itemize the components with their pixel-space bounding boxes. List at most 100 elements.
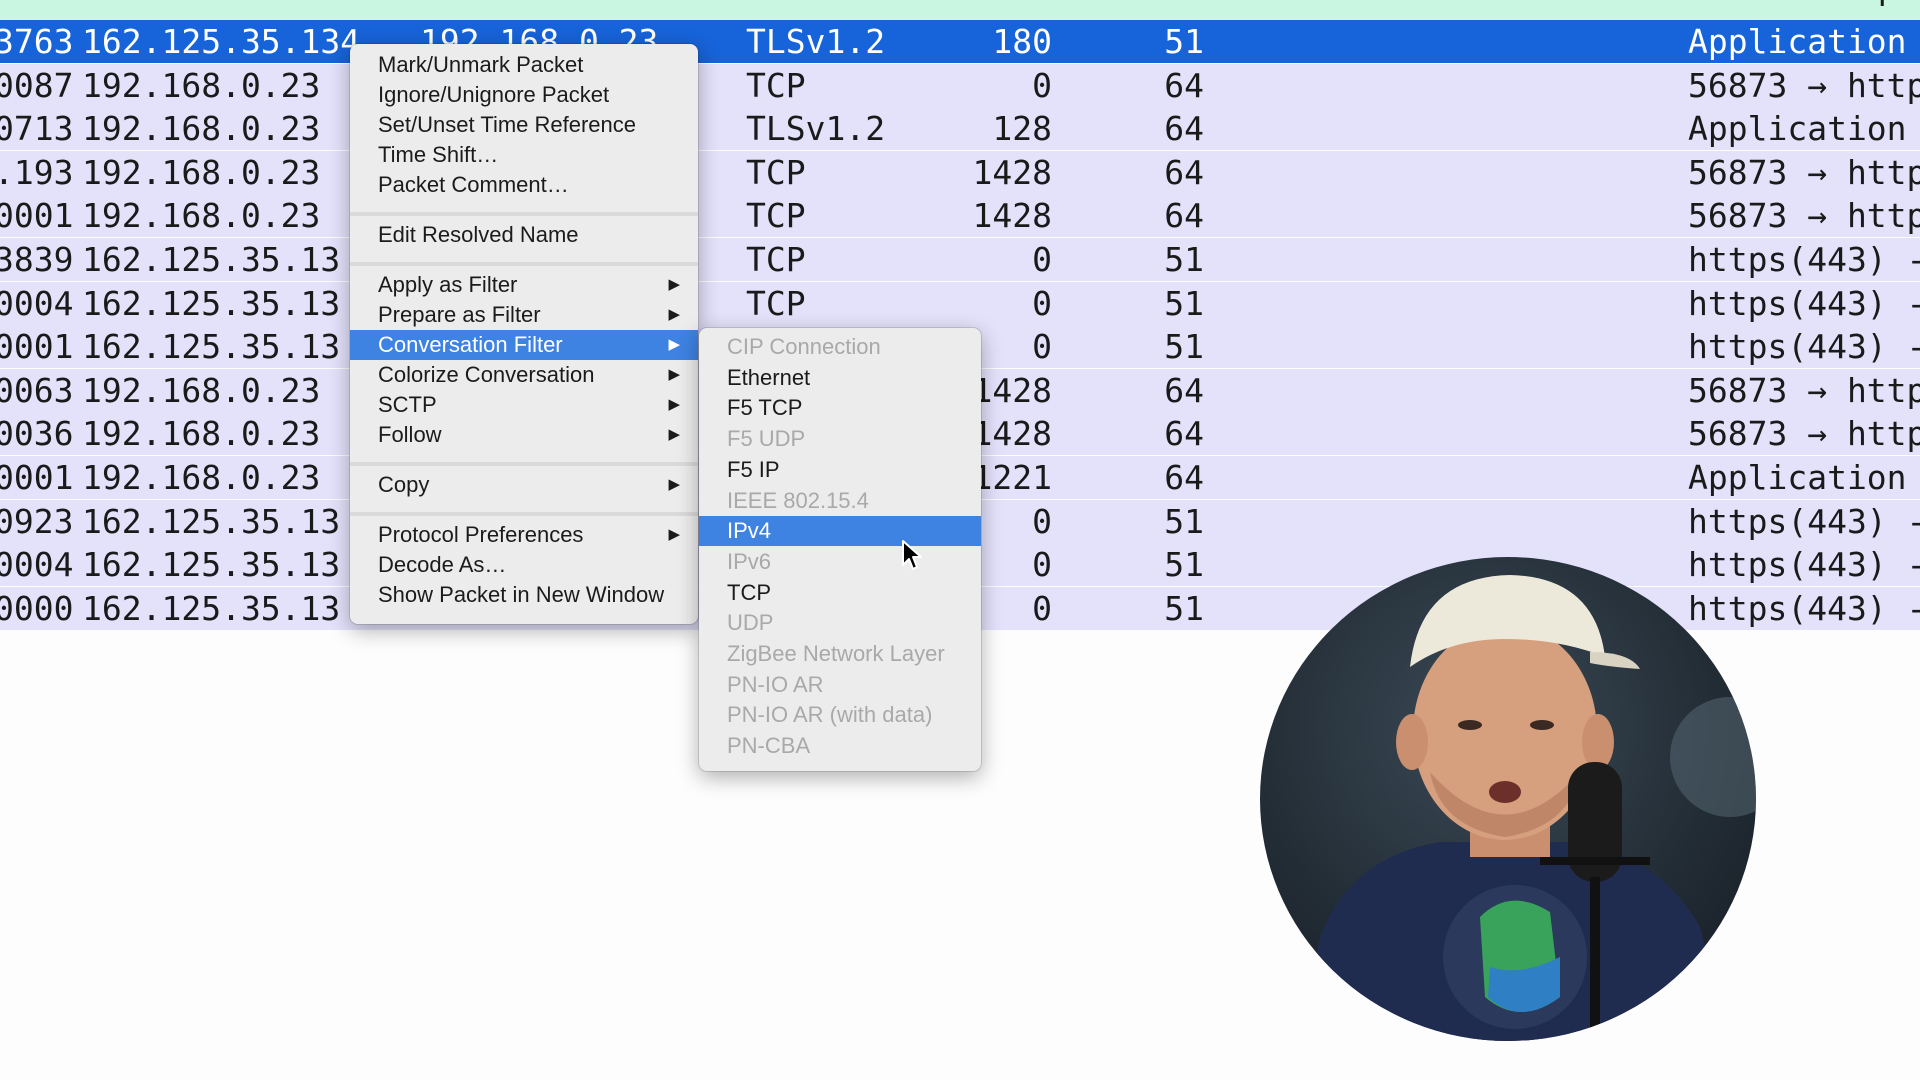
packet-cell-src: 162.125.35.13 (82, 327, 341, 367)
menu-item-packet-comment[interactable]: Packet Comment… (350, 170, 698, 200)
menu-item-label: Packet Comment… (378, 172, 569, 197)
menu-item-sctp[interactable]: SCTP ▶ (350, 390, 698, 420)
menu-item-label: Conversation Filter (378, 332, 563, 357)
packet-cell-src: 192.168.0.23 (82, 109, 321, 149)
submenu-item-label: IPv6 (727, 548, 772, 574)
menu-item-colorize-conversation[interactable]: Colorize Conversation ▶ (350, 360, 698, 390)
packet-cell-tcp-len: 64 (1164, 109, 1204, 149)
menu-item-show-packet-in-new-window[interactable]: Show Packet in New Window (350, 580, 698, 610)
packet-row[interactable]: 0713 192.168.0.23 TLSv1.2 128 64 Application (0, 107, 1920, 151)
packet-cell-proto: TCP (746, 240, 806, 279)
packet-cell-tcp-len: 64 (1164, 152, 1204, 192)
packet-cell-len: 128 (992, 109, 1052, 149)
packet-cell-info: Application (1688, 22, 1907, 61)
packet-cell-info: 56873 → http (1688, 65, 1920, 105)
packet-cell-info: Application (1688, 458, 1907, 497)
packet-cell-info: 56873 → http (1688, 152, 1920, 192)
packet-cell-no: 0001 (0, 196, 74, 236)
menu-item-label: Edit Resolved Name (378, 222, 579, 247)
packet-cell-info: Application (1688, 109, 1907, 149)
submenu-item-label: F5 IP (727, 456, 780, 482)
submenu-item-ipv4[interactable]: IPv4 (699, 516, 981, 547)
packet-cell-tcp-len: 64 (1164, 458, 1204, 497)
submenu-item-cip-connection: CIP Connection (699, 332, 981, 362)
menu-item-prepare-as-filter[interactable]: Prepare as Filter ▶ (350, 300, 698, 330)
packet-cell-src: 162.125.35.13 (82, 501, 341, 541)
packet-cell-tcp-len: 64 (1164, 414, 1204, 454)
menu-item-label: Decode As… (378, 552, 507, 577)
menu-item-label: Prepare as Filter (378, 302, 541, 327)
packet-cell-src: 192.168.0.23 (82, 414, 321, 454)
packet-cell-src: 192.168.0.23 (82, 65, 321, 105)
menu-item-edit-resolved-name[interactable]: Edit Resolved Name (350, 220, 698, 250)
packet-cell-proto: TCP (746, 65, 806, 105)
packet-cell-no: 0000 (0, 588, 74, 628)
submenu-item-label: ZigBee Network Layer (727, 641, 945, 666)
menu-item-set-unset-time-reference[interactable]: Set/Unset Time Reference (350, 110, 698, 140)
packet-row-selected[interactable]: 3763 162.125.35.134 192.168.0.23 TLSv1.2 180… (0, 20, 1920, 63)
packet-cell-tcp-len: 51 (1164, 545, 1204, 585)
menu-separator (350, 262, 698, 266)
packet-row[interactable]: 75…192.168.0.23192.168.0.15MDNS233Standa… (0, 0, 1920, 20)
packet-cell-info: https(443) - (1688, 240, 1920, 279)
menu-item-decode-as[interactable]: Decode As… (350, 550, 698, 580)
packet-cell-tcp-len: 51 (1164, 22, 1204, 61)
packet-cell-src: 162.125.35.13 (82, 283, 341, 323)
submenu-item-ipv6: IPv6 (699, 547, 981, 577)
packet-cell-info: https(443) - (1688, 545, 1920, 585)
packet-row[interactable]: .193 192.168.0.23 TCP 1428 64 56873 → http (0, 150, 1920, 194)
packet-cell-proto: TLSv1.2 (746, 109, 886, 149)
menu-item-time-shift[interactable]: Time Shift… (350, 140, 698, 170)
submenu-item-tcp[interactable]: TCP (699, 578, 981, 608)
submenu-arrow-icon: ▶ (668, 366, 680, 383)
packet-cell-len: 0 (1032, 240, 1052, 279)
submenu-arrow-icon: ▶ (668, 426, 680, 443)
packet-cell-no: 3839 (0, 240, 74, 279)
packet-cell-proto: TCP (746, 283, 806, 323)
packet-cell-no: 0004 (0, 545, 74, 585)
packet-cell-len: 0 (1032, 65, 1052, 105)
packet-row[interactable]: 3839 162.125.35.13 TCP 0 51 https(443) - (0, 238, 1920, 281)
packet-cell-len: 0 (1032, 283, 1052, 323)
submenu-item-label: PN-IO AR (with data) (727, 702, 933, 728)
packet-cell-tcp-len: 64 (1164, 196, 1204, 236)
packet-cell-info: 56873 → http (1688, 196, 1920, 236)
submenu-item-ethernet[interactable]: Ethernet (699, 363, 981, 393)
submenu-item-label: PN-IO AR (727, 671, 824, 697)
packet-row[interactable]: 0004 162.125.35.13 TCP 0 51 https(443) - (0, 281, 1920, 325)
packet-cell-src: 192.168.0.23 (82, 370, 321, 410)
submenu-item-f5-tcp[interactable]: F5 TCP (699, 393, 981, 423)
menu-item-label: Time Shift… (378, 142, 499, 167)
packet-cell-info: https(443) - (1688, 501, 1920, 541)
menu-item-copy[interactable]: Copy ▶ (350, 470, 698, 500)
packet-cell-info: https(443) - (1688, 283, 1920, 323)
packet-cell-tcp-len: 64 (1164, 370, 1204, 410)
packet-cell-proto: TLSv1.2 (746, 22, 886, 61)
submenu-item-zigbee-network-layer: ZigBee Network Layer (699, 639, 981, 669)
submenu-item-label: TCP (727, 579, 771, 605)
packet-cell-proto: TCP (746, 196, 806, 236)
submenu-item-udp: UDP (699, 608, 981, 638)
menu-item-label: SCTP (378, 392, 437, 417)
submenu-arrow-icon: ▶ (668, 336, 680, 353)
packet-cell-proto: TCP (746, 152, 806, 192)
menu-item-label: Colorize Conversation (378, 362, 595, 387)
submenu-item-pn-io-ar-with-data: PN-IO AR (with data) (699, 700, 981, 730)
packet-row[interactable]: 0001 192.168.0.23 TCP 1428 64 56873 → http (0, 194, 1920, 238)
packet-cell-tcp-len: 51 (1164, 240, 1204, 279)
menu-item-protocol-preferences[interactable]: Protocol Preferences ▶ (350, 520, 698, 550)
submenu-item-pn-io-ar: PN-IO AR (699, 670, 981, 700)
submenu-item-f5-ip[interactable]: F5 IP (699, 455, 981, 485)
packet-row[interactable]: 0087 192.168.0.23 TCP 0 64 56873 → http (0, 63, 1920, 107)
menu-item-conversation-filter[interactable]: Conversation Filter ▶ (350, 330, 698, 360)
packet-cell-no: .193 (0, 152, 74, 192)
submenu-arrow-icon: ▶ (668, 476, 680, 493)
menu-item-ignore-unignore-packet[interactable]: Ignore/Unignore Packet (350, 80, 698, 110)
menu-item-mark-unmark-packet[interactable]: Mark/Unmark Packet (350, 50, 698, 80)
menu-item-apply-as-filter[interactable]: Apply as Filter ▶ (350, 270, 698, 300)
packet-cell-no: 0063 (0, 370, 74, 410)
packet-cell-tcp-len: 64 (1164, 65, 1204, 105)
menu-item-follow[interactable]: Follow ▶ (350, 420, 698, 450)
conversation-filter-submenu: CIP Connection Ethernet F5 TCP F5 UDP F5 IP I… (699, 328, 981, 771)
packet-context-menu: Mark/Unmark Packet Ignore/Unignore Packet… (350, 44, 698, 624)
